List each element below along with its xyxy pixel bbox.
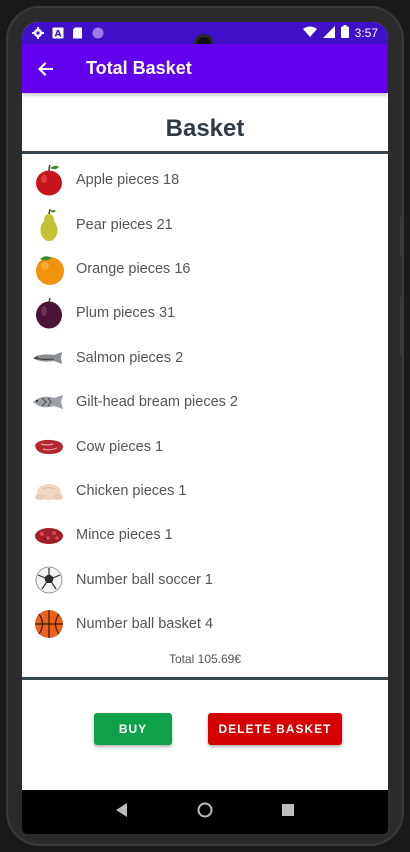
- item-label: Mince pieces 1: [76, 527, 173, 544]
- volume-button: [400, 216, 404, 256]
- pear-icon: [32, 208, 66, 242]
- item-label: Cow pieces 1: [76, 438, 164, 455]
- recents-nav-icon[interactable]: [281, 803, 294, 821]
- action-bar: BUY DELETE BASKET: [22, 680, 388, 790]
- svg-text:A: A: [55, 30, 62, 40]
- item-label: Number ball soccer 1: [76, 571, 213, 588]
- delete-basket-button[interactable]: DELETE BASKET: [208, 713, 342, 746]
- list-item[interactable]: Number ball basket 4: [22, 602, 388, 646]
- soccer-ball-icon: [32, 563, 66, 597]
- item-label: Gilt-head bream pieces 2: [76, 394, 238, 411]
- battery-icon: [340, 25, 349, 41]
- plum-icon: [32, 296, 66, 330]
- gear-icon: [32, 27, 44, 39]
- navigation-bar: [22, 790, 388, 834]
- buy-button[interactable]: BUY: [94, 713, 172, 746]
- arrow-left-icon[interactable]: [36, 59, 56, 79]
- list-item[interactable]: Gilt-head bream pieces 2: [22, 380, 388, 424]
- list-item[interactable]: Chicken pieces 1: [22, 469, 388, 513]
- bream-icon: [32, 385, 66, 419]
- beef-icon: [32, 430, 66, 464]
- circle-icon: [92, 27, 104, 39]
- back-nav-icon[interactable]: [116, 802, 128, 822]
- app-bar: Total Basket: [22, 44, 388, 93]
- list-item[interactable]: Plum pieces 31: [22, 291, 388, 335]
- page-title: Basket: [165, 115, 245, 142]
- salmon-icon: [32, 341, 66, 375]
- power-button: [400, 296, 404, 356]
- screen: A 3:57 Total Basket Basket Apple pieces …: [22, 22, 388, 834]
- basketball-icon: [32, 607, 66, 641]
- orange-icon: [32, 252, 66, 286]
- list-item[interactable]: Orange pieces 16: [22, 247, 388, 291]
- item-label: Salmon pieces 2: [76, 349, 184, 366]
- item-label: Pear pieces 21: [76, 216, 173, 233]
- list-item[interactable]: Mince pieces 1: [22, 513, 388, 557]
- list-item[interactable]: Salmon pieces 2: [22, 336, 388, 380]
- list-item[interactable]: Number ball soccer 1: [22, 558, 388, 602]
- item-label: Orange pieces 16: [76, 260, 191, 277]
- basket-total: Total 105.69€: [168, 652, 242, 667]
- apple-icon: [32, 163, 66, 197]
- signal-icon: [322, 25, 335, 41]
- wifi-icon: [302, 26, 317, 41]
- home-nav-icon[interactable]: [197, 802, 213, 823]
- list-item[interactable]: Apple pieces 18: [22, 158, 388, 202]
- status-bar: A 3:57: [22, 22, 388, 54]
- item-label: Chicken pieces 1: [76, 482, 187, 499]
- app-bar-title: Total Basket: [86, 58, 192, 78]
- sd-card-icon: [72, 27, 84, 39]
- item-label: Apple pieces 18: [76, 172, 180, 189]
- clock: 3:57: [354, 26, 378, 40]
- list-item[interactable]: Pear pieces 21: [22, 202, 388, 246]
- chicken-icon: [32, 474, 66, 508]
- basket-list: Apple pieces 18 Pear pieces 21 Orange pi…: [22, 154, 388, 646]
- list-item[interactable]: Cow pieces 1: [22, 424, 388, 468]
- item-label: Number ball basket 4: [76, 616, 214, 633]
- item-label: Plum pieces 31: [76, 305, 176, 322]
- a-icon: A: [52, 27, 64, 39]
- mince-icon: [32, 518, 66, 552]
